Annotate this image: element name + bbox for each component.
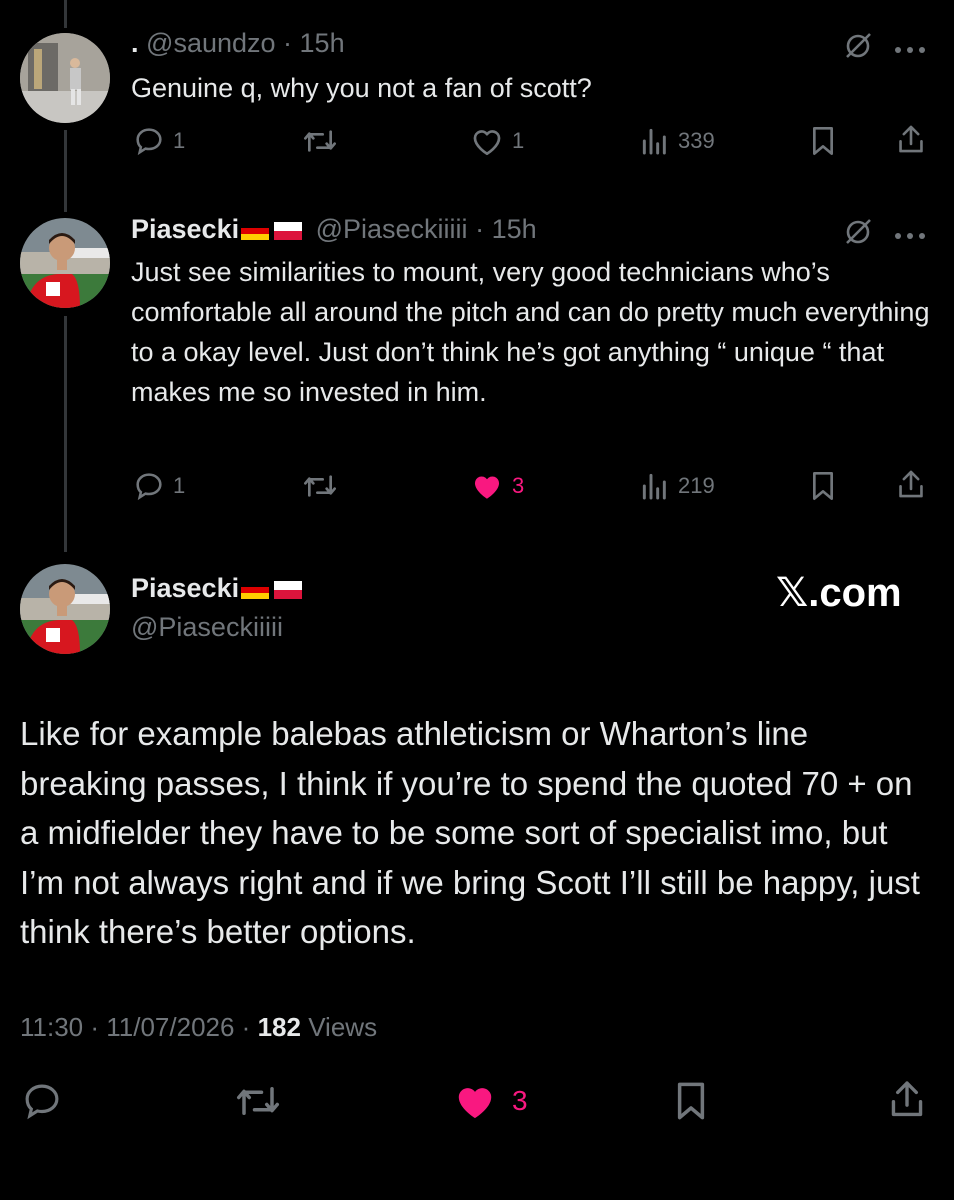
like-count: 1	[512, 128, 525, 153]
reply-icon	[136, 473, 162, 501]
post-time[interactable]: 11:30	[20, 1012, 83, 1042]
avatar[interactable]	[20, 33, 110, 123]
bookmark-icon	[812, 127, 833, 155]
reply-count: 1	[173, 473, 186, 498]
user-handle[interactable]: @Piaseckiiiii	[131, 612, 283, 643]
bookmark-button[interactable]	[672, 1080, 710, 1122]
share-button[interactable]	[895, 123, 927, 157]
bookmark-button[interactable]	[808, 125, 838, 157]
flag-poland-icon	[274, 221, 303, 240]
reply-icon	[25, 1084, 59, 1120]
repost-icon	[304, 130, 336, 152]
user-handle[interactable]: @Piaseckiiiii	[316, 214, 468, 244]
display-name[interactable]: .	[131, 28, 139, 58]
reply-count: 1	[173, 128, 186, 153]
share-button[interactable]	[886, 1078, 928, 1122]
tweet-text: Just see similarities to mount, very goo…	[131, 257, 930, 407]
repost-icon	[304, 475, 336, 497]
repost-button[interactable]	[301, 125, 339, 157]
views-icon	[642, 128, 666, 155]
post-date[interactable]: 11/07/2026	[106, 1012, 234, 1042]
repost-button[interactable]	[301, 470, 339, 502]
like-button[interactable]: 1	[470, 125, 524, 157]
thread-line-1	[64, 130, 67, 212]
views-label: Views	[308, 1012, 378, 1042]
flag-poland-icon	[274, 580, 303, 599]
reply-button[interactable]	[20, 1080, 64, 1122]
reply-button[interactable]: 1	[133, 470, 185, 502]
avatar[interactable]	[20, 218, 110, 308]
like-count: 3	[512, 473, 525, 498]
views-button[interactable]: 339	[640, 125, 715, 157]
heart-icon	[474, 476, 500, 499]
grok-icon[interactable]	[842, 216, 874, 253]
flag-germany-icon	[241, 221, 270, 240]
like-button[interactable]: 3	[452, 1080, 528, 1122]
repost-button[interactable]	[233, 1080, 283, 1122]
display-name[interactable]: Piasecki	[131, 573, 239, 603]
grok-icon[interactable]	[842, 30, 874, 67]
timestamp[interactable]: 15h	[300, 28, 345, 58]
thread-line-top	[64, 0, 67, 28]
bookmark-icon	[677, 1082, 705, 1120]
bookmark-icon	[812, 472, 833, 500]
separator-dot: ·	[83, 1012, 107, 1042]
more-icon[interactable]	[893, 42, 927, 60]
share-icon	[899, 470, 923, 498]
share-button[interactable]	[895, 468, 927, 502]
thread-line-2	[64, 316, 67, 552]
view-count: 219	[678, 473, 715, 498]
timestamp[interactable]: 15h	[492, 214, 537, 244]
views-count: 182	[257, 1012, 301, 1042]
separator-dot: ·	[275, 28, 300, 58]
more-icon[interactable]	[893, 228, 927, 246]
share-icon	[899, 125, 923, 153]
tweet-text: Like for example balebas athleticism or …	[20, 715, 920, 950]
reply-icon	[136, 128, 162, 156]
view-count: 339	[678, 128, 715, 153]
like-button[interactable]: 3	[470, 470, 524, 502]
x-watermark: 𝕏.com	[776, 571, 902, 615]
heart-icon	[458, 1088, 492, 1119]
user-handle[interactable]: @saundzo	[146, 28, 276, 58]
views-icon	[642, 473, 666, 500]
repost-icon	[237, 1087, 279, 1115]
reply-button[interactable]: 1	[133, 125, 185, 157]
avatar[interactable]	[20, 564, 110, 654]
share-icon	[891, 1081, 923, 1117]
heart-icon	[473, 130, 501, 156]
like-count: 3	[512, 1085, 528, 1116]
separator-dot: ·	[467, 214, 492, 244]
display-name[interactable]: Piasecki	[131, 214, 239, 244]
views-button[interactable]: 219	[640, 470, 715, 502]
separator-dot: ·	[234, 1012, 258, 1042]
bookmark-button[interactable]	[808, 470, 838, 502]
tweet-text: Genuine q, why you not a fan of scott?	[131, 73, 592, 103]
flag-germany-icon	[241, 580, 270, 599]
